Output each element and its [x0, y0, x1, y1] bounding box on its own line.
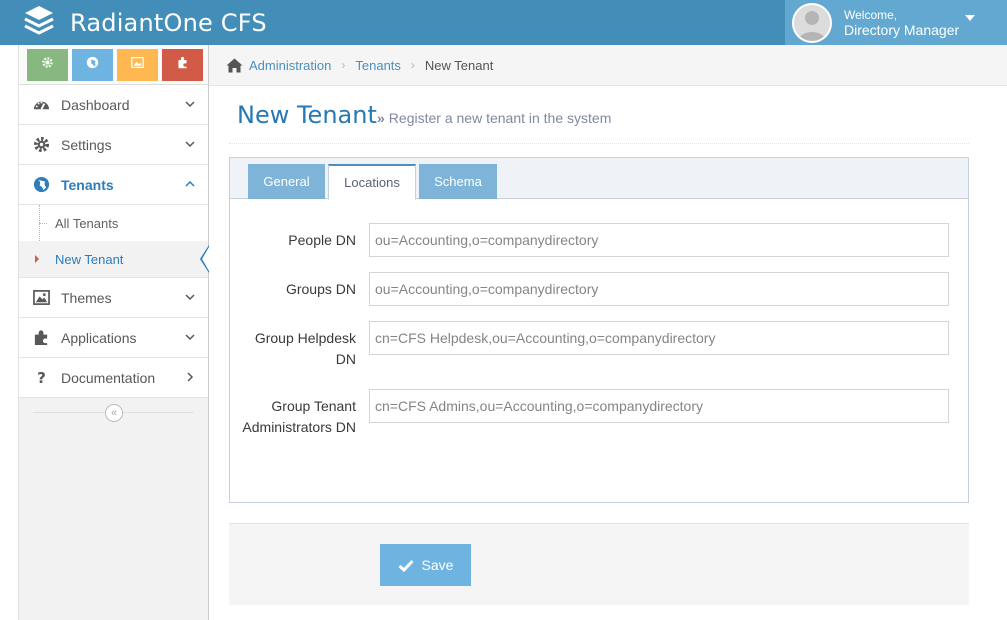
globe-icon: [86, 56, 99, 74]
gear-icon: [32, 136, 50, 154]
question-icon: ?: [32, 369, 50, 387]
avatar: [792, 2, 832, 43]
sidebar-subitem-new-tenant[interactable]: New Tenant: [19, 241, 209, 277]
user-welcome: Welcome,: [844, 7, 898, 22]
sidebar-item-label: Settings: [61, 136, 112, 153]
tenant-tabs-panel: General Locations Schema People DN Group…: [229, 157, 969, 503]
collapse-sidebar-button[interactable]: «: [105, 404, 123, 422]
caret-down-icon: [965, 15, 975, 21]
dashboard-icon: [32, 96, 50, 114]
app-title: RadiantOne CFS: [70, 9, 267, 37]
shortcut-themes-button[interactable]: [117, 49, 158, 81]
chevron-right-icon: [187, 372, 194, 382]
chevron-down-icon: [185, 334, 195, 341]
save-button-label: Save: [421, 557, 454, 573]
sidebar-item-label: Dashboard: [61, 96, 130, 113]
tenants-submenu: All Tenants New Tenant: [19, 205, 209, 278]
breadcrumb-administration[interactable]: Administration: [249, 58, 331, 73]
chevron-down-icon: [185, 101, 195, 108]
top-navbar: RadiantOne CFS Welcome, Directory Manage…: [0, 0, 1007, 45]
breadcrumb: Administration › Tenants › New Tenant: [209, 45, 1007, 86]
page-header: New Tenant » Register a new tenant in the…: [229, 86, 969, 144]
tab-general[interactable]: General: [248, 164, 325, 199]
breadcrumb-separator-icon: ›: [341, 58, 346, 72]
shortcut-settings-button[interactable]: [27, 49, 68, 81]
home-icon[interactable]: [226, 58, 243, 73]
breadcrumb-current: New Tenant: [424, 57, 494, 73]
page-subtitle: » Register a new tenant in the system: [377, 110, 611, 126]
people-dn-input[interactable]: [369, 223, 949, 257]
page-title: New Tenant: [237, 101, 377, 129]
caret-right-icon: [35, 255, 39, 263]
groups-dn-input[interactable]: [369, 272, 949, 306]
user-menu[interactable]: Welcome, Directory Manager: [785, 0, 1007, 45]
tab-locations[interactable]: Locations: [328, 164, 416, 200]
chevron-down-icon: [185, 294, 195, 301]
sidebar-item-label: Tenants: [61, 176, 114, 193]
globe-icon: [32, 176, 50, 194]
brand[interactable]: RadiantOne CFS: [24, 5, 267, 42]
sidebar-subitem-all-tenants[interactable]: All Tenants: [19, 205, 208, 241]
check-icon: [398, 559, 414, 572]
group-helpdesk-dn-label: Group Helpdesk DN: [254, 330, 356, 367]
puzzle-icon: [32, 329, 50, 347]
people-dn-label: People DN: [288, 232, 356, 248]
svg-text:?: ?: [37, 369, 46, 386]
picture-icon: [131, 56, 144, 74]
breadcrumb-tenants[interactable]: Tenants: [355, 58, 401, 73]
sidebar-collapse: «: [19, 398, 208, 426]
user-name: Directory Manager: [844, 21, 960, 38]
groups-dn-label: Groups DN: [285, 281, 356, 297]
puzzle-icon: [176, 56, 189, 74]
form-actions: Save: [229, 523, 969, 605]
layers-icon: [24, 5, 54, 42]
group-tenant-admins-dn-label: Group Tenant Administrators DN: [242, 398, 356, 435]
group-helpdesk-dn-input[interactable]: [369, 321, 949, 355]
tab-schema[interactable]: Schema: [419, 164, 497, 199]
sidebar-item-tenants[interactable]: Tenants: [19, 165, 208, 205]
double-chevron-left-icon: «: [110, 406, 118, 419]
sidebar-subitem-label: All Tenants: [55, 215, 119, 231]
save-button[interactable]: Save: [380, 544, 471, 586]
picture-icon: [32, 289, 50, 307]
sidebar-item-applications[interactable]: Applications: [19, 318, 208, 358]
gear-icon: [41, 56, 54, 74]
sidebar: Dashboard Settings Tenants All Tenants N…: [18, 45, 209, 620]
sidebar-item-dashboard[interactable]: Dashboard: [19, 85, 208, 125]
sidebar-item-label: Themes: [61, 289, 112, 306]
sidebar-item-documentation[interactable]: ? Documentation: [19, 358, 208, 398]
group-tenant-admins-dn-input[interactable]: [369, 389, 949, 423]
chevron-down-icon: [185, 141, 195, 148]
sidebar-item-themes[interactable]: Themes: [19, 278, 208, 318]
sidebar-item-settings[interactable]: Settings: [19, 125, 208, 165]
tab-bar: General Locations Schema: [230, 158, 968, 200]
breadcrumb-separator-icon: ›: [410, 58, 415, 72]
page-subtitle-text: Register a new tenant in the system: [388, 110, 612, 126]
chevron-up-icon: [185, 180, 195, 187]
sidebar-shortcuts: [19, 45, 208, 85]
sidebar-subitem-label: New Tenant: [55, 251, 124, 267]
shortcut-tenants-button[interactable]: [72, 49, 113, 81]
sidebar-item-label: Applications: [61, 329, 137, 346]
shortcut-applications-button[interactable]: [162, 49, 203, 81]
sidebar-item-label: Documentation: [61, 369, 156, 386]
double-chevron-right-icon: »: [377, 110, 385, 126]
